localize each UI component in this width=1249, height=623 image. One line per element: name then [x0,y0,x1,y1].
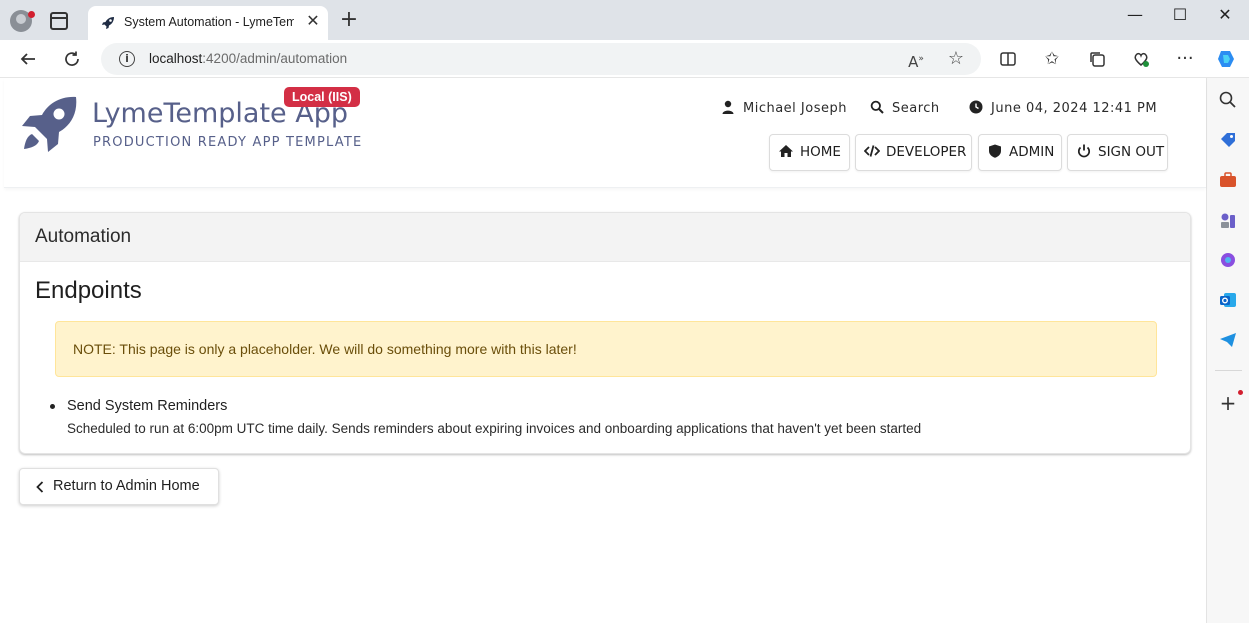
nav-home-button[interactable]: HOME [769,134,850,171]
nav-admin-button[interactable]: ADMIN [978,134,1062,171]
alert-text: NOTE: This page is only a placeholder. W… [73,341,577,357]
search-icon [870,100,884,114]
copilot-icon[interactable] [1215,48,1237,70]
return-to-admin-button[interactable]: Return to Admin Home [19,468,219,505]
minimize-icon[interactable]: — [1120,4,1150,26]
browser-side-panel: + [1206,78,1249,623]
app-page: LymeTemplate App Local (IIS) PRODUCTION … [4,78,1206,623]
tab-actions-icon[interactable] [50,12,68,30]
games-chess-icon[interactable] [1218,210,1238,230]
search-label: Search [892,101,940,116]
environment-badge: Local (IIS) [284,87,360,107]
browser-essentials-icon[interactable] [1130,48,1152,70]
favorite-star-icon[interactable]: ☆ [945,48,967,70]
nav-sign-out-label: SIGN OUT [1098,144,1165,160]
list-bullet [50,404,55,409]
nav-sign-out-button[interactable]: SIGN OUT [1067,134,1168,171]
nav-admin-label: ADMIN [1009,144,1055,160]
brand-subtitle: PRODUCTION READY APP TEMPLATE [93,135,363,150]
search-icon[interactable] [1218,90,1238,110]
power-icon [1078,144,1090,158]
shopping-tag-icon[interactable] [1218,130,1238,150]
tools-briefcase-icon[interactable] [1218,170,1238,190]
rocket-logo-icon[interactable] [18,94,80,156]
side-notification-dot [1238,390,1243,395]
refresh-icon[interactable] [61,48,83,70]
url-text[interactable]: localhost:4200/admin/automation [149,51,347,66]
datetime-text: June 04, 2024 12:41 PM [991,101,1158,116]
favorites-icon[interactable]: ✩ [1041,48,1063,70]
search-link[interactable]: Search [870,100,940,116]
site-info-icon[interactable]: i [119,51,135,67]
tab-close-icon[interactable]: ✕ [304,12,322,30]
notification-dot [28,11,35,18]
endpoint-description: Scheduled to run at 6:00pm UTC time dail… [67,421,922,436]
url-host: localhost [149,51,203,66]
back-arrow-icon[interactable] [17,48,39,70]
side-panel-divider [1215,370,1242,371]
code-icon [864,145,880,157]
window-close-icon[interactable]: ✕ [1210,4,1240,26]
home-icon [779,145,793,157]
read-aloud-icon[interactable]: A» [905,48,927,71]
placeholder-alert: NOTE: This page is only a placeholder. W… [55,321,1157,377]
url-path: :4200/admin/automation [202,51,348,66]
split-screen-icon[interactable] [997,48,1019,70]
user-name: Michael Joseph [743,101,847,116]
collections-icon[interactable] [1086,48,1108,70]
rocket-favicon-icon [102,17,114,29]
tab-title: System Automation - LymeTemplate App [124,15,294,29]
outlook-icon[interactable] [1218,290,1238,310]
chevron-left-icon [36,481,44,493]
browser-tab-bar: System Automation - LymeTemplate App ✕ +… [0,0,1249,40]
more-menu-icon[interactable]: ··· [1174,48,1196,70]
return-label: Return to Admin Home [53,478,200,494]
datetime-display: June 04, 2024 12:41 PM [969,100,1157,116]
add-panel-plus-icon[interactable]: + [1218,393,1238,413]
new-tab-icon[interactable]: + [338,9,360,31]
automation-card: Automation Endpoints NOTE: This page is … [19,212,1191,454]
send-telegram-icon[interactable] [1218,330,1238,350]
microsoft365-icon[interactable] [1218,250,1238,270]
user-menu[interactable]: Michael Joseph [721,100,847,116]
clock-icon [969,100,983,114]
browser-tab-active[interactable]: System Automation - LymeTemplate App ✕ [88,6,328,40]
url-omnibox[interactable]: i localhost:4200/admin/automation A» ☆ [101,43,981,75]
card-header: Automation [20,213,1190,262]
endpoint-name: Send System Reminders [67,398,228,414]
nav-developer-button[interactable]: DEVELOPER [855,134,972,171]
shield-icon [989,144,1001,158]
card-title: Automation [35,226,132,247]
app-header: LymeTemplate App Local (IIS) PRODUCTION … [4,78,1206,188]
user-icon [722,100,734,114]
nav-developer-label: DEVELOPER [886,144,967,160]
nav-home-label: HOME [800,144,841,160]
section-title: Endpoints [35,277,142,304]
address-bar-row: i localhost:4200/admin/automation A» ☆ ✩… [0,40,1249,78]
maximize-icon[interactable]: ☐ [1165,4,1195,26]
